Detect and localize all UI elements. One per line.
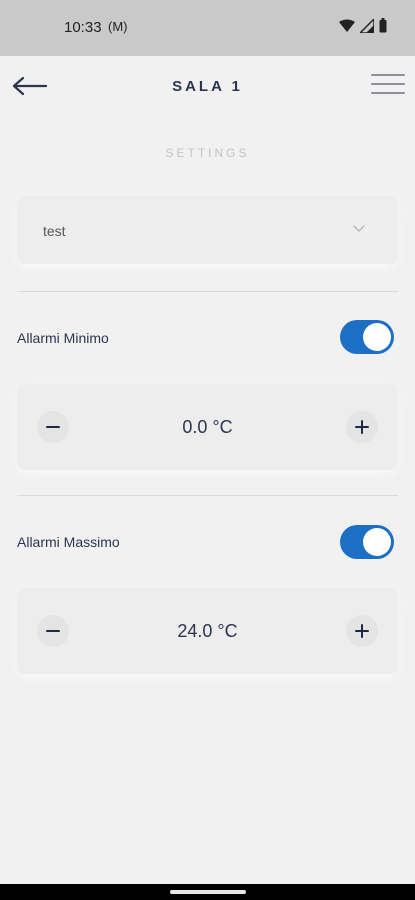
hamburger-menu-icon [371,74,405,94]
alarm-max-value: 24.0 °C [177,621,238,641]
select-value: test [43,223,66,239]
alarm-min-label: Allarmi Minimo [17,330,109,346]
toggle-knob [363,528,391,556]
alarm-min-stepper: 0.0 °C [17,384,398,470]
alarm-min-increment-button[interactable] [346,411,378,443]
alarm-max-toggle[interactable] [340,525,394,559]
chevron-down-icon [353,225,365,232]
settings-section-title: SETTINGS [165,146,250,160]
alarm-max-stepper: 24.0 °C [17,588,398,674]
signal-icon [360,18,374,33]
menu-button[interactable] [371,74,405,98]
sensor-select[interactable]: test [17,196,398,264]
alarm-min-value: 0.0 °C [182,417,233,437]
battery-icon [379,18,387,33]
plus-icon [355,624,369,638]
divider [17,291,398,292]
status-bar: 10:33 (M) [0,0,415,56]
system-nav-bar [0,884,415,900]
status-time: 10:33 [64,19,102,36]
wifi-icon [339,19,355,32]
home-gesture-handle[interactable] [170,890,246,894]
alarm-min-toggle[interactable] [340,320,394,354]
plus-icon [355,420,369,434]
toggle-knob [363,323,391,351]
divider [17,495,398,496]
app-bar: SALA 1 [0,56,415,118]
alarm-max-increment-button[interactable] [346,615,378,647]
page-title: SALA 1 [172,78,243,95]
status-icons [339,18,387,33]
alarm-max-label: Allarmi Massimo [17,534,120,550]
cast-icon: (M) [108,19,128,34]
